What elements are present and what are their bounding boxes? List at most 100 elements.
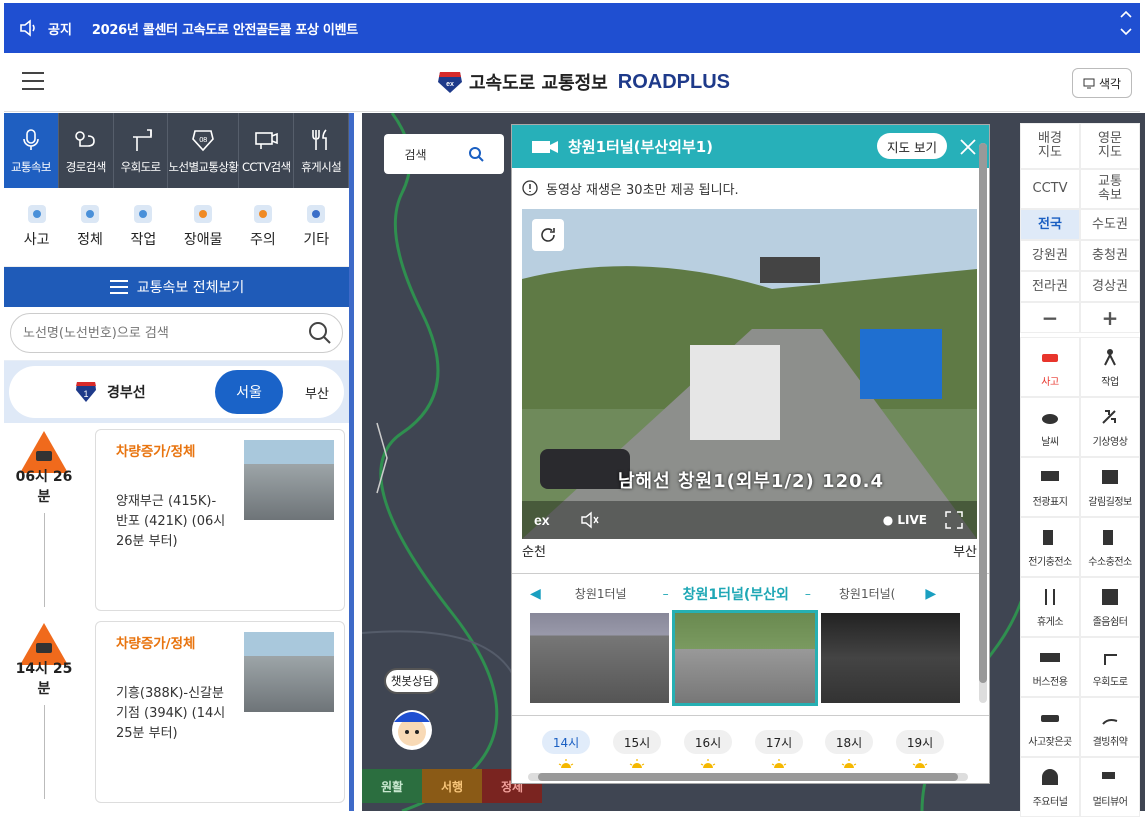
incident-card[interactable]: 차량증가/정체 기흥(388K)-신갈분기점 (394K) (14시 25분 부… [95, 621, 345, 803]
incident-card[interactable]: 차량증가/정체 양재부근 (415K)-반포 (421K) (06시 26분 부… [95, 429, 345, 611]
chevron-up-icon[interactable] [1120, 9, 1132, 19]
cctv-video[interactable]: 남해선 창원1(외부1/2) 120.4 ex ● LIVE [522, 209, 977, 539]
all-traffic-news-button[interactable]: 교통속보 전체보기 [4, 267, 349, 307]
prev-camera-name[interactable]: 창원1터널 [575, 585, 627, 602]
camera-thumbnail-prev[interactable] [530, 613, 670, 703]
map-layer-vms[interactable]: 전광표지 [1020, 457, 1080, 517]
notice-text[interactable]: 2026년 콜센터 고속도로 안전골든콜 포상 이벤트 [92, 19, 358, 38]
map-layer-icing[interactable]: 결빙취약 [1080, 697, 1140, 757]
tab-cctv[interactable]: CCTV검색 [239, 113, 295, 188]
incident-title: 차량증가/정체 [116, 636, 196, 652]
region-chungcheong[interactable]: 충청권 [1080, 240, 1140, 271]
map-view-button[interactable]: 지도 보기 [877, 133, 947, 159]
region-capital[interactable]: 수도권 [1080, 209, 1140, 240]
cctv-camera-icon [1102, 771, 1115, 779]
refresh-button[interactable] [532, 219, 564, 251]
congestion-icon [81, 205, 99, 223]
logo[interactable]: ex 고속도로 교통정보 ROADPLUS [437, 69, 730, 95]
tab-traffic-news[interactable]: 교통속보 [4, 113, 59, 188]
crash-car-icon [1041, 714, 1059, 722]
scrollbar-thumb[interactable] [538, 773, 958, 781]
map-layer-accident[interactable]: 사고 [1020, 337, 1080, 397]
mute-icon[interactable] [580, 511, 600, 529]
map-layer-rest-area[interactable]: 휴게소 [1020, 577, 1080, 637]
map-search-bar[interactable]: 검색 [384, 134, 504, 174]
filter-work[interactable]: 작업 [130, 205, 156, 249]
incident-cctv-thumbnail[interactable] [244, 440, 334, 520]
map-layer-weather-video[interactable]: 기상영상 [1080, 397, 1140, 457]
camera-thumbnail-next[interactable] [820, 613, 960, 703]
popup-header: 창원1터널(부산외부1) 지도 보기 [512, 125, 989, 168]
map-layer-detour[interactable]: 우회도로 [1080, 637, 1140, 697]
list-item[interactable]: 06시 26 분 차량증가/정체 양재부근 (415K)-반포 (421K) (… [4, 423, 349, 611]
map-layer-label: 멀티뷰어 [1092, 796, 1128, 808]
weather-hour[interactable]: 18시 [825, 730, 873, 754]
layer-traffic-news[interactable]: 교통 속보 [1080, 169, 1140, 209]
route-search-area [4, 307, 349, 361]
region-nationwide[interactable]: 전국 [1020, 209, 1080, 240]
map-layer-hydrogen[interactable]: 수소충전소 [1080, 517, 1140, 577]
close-icon[interactable] [959, 138, 977, 156]
region-gangwon[interactable]: 강원권 [1020, 240, 1080, 271]
region-gyeongsang[interactable]: 경상권 [1080, 271, 1140, 302]
scrollbar-thumb[interactable] [979, 143, 987, 683]
tab-rest-area[interactable]: 휴게시설 [294, 113, 349, 188]
next-camera-name[interactable]: 창원1터널( [839, 585, 895, 602]
svg-text:08: 08 [200, 136, 208, 144]
fullscreen-icon[interactable] [945, 511, 963, 529]
layer-cctv[interactable]: CCTV [1020, 169, 1080, 209]
tab-detour[interactable]: 우회도로 [114, 113, 169, 188]
camera-thumbnail-current[interactable] [672, 610, 818, 706]
map-layer-label: 사고잦은곳 [1028, 736, 1072, 748]
incident-cctv-thumbnail[interactable] [244, 632, 334, 712]
layer-base-map[interactable]: 배경 지도 [1020, 123, 1080, 169]
weather-hour[interactable]: 17시 [755, 730, 803, 754]
prev-camera-icon[interactable]: ◀ [530, 586, 541, 602]
next-camera-icon[interactable]: ▶ [925, 586, 936, 602]
menu-button[interactable] [22, 72, 44, 90]
incident-description: 양재부근 (415K)-반포 (421K) (06시 26분 부터) [116, 494, 226, 549]
route-search-input[interactable] [23, 325, 283, 341]
tab-route-search[interactable]: 경로검색 [59, 113, 114, 188]
weather-hour[interactable]: 14시 [542, 730, 590, 754]
chatbot-mascot[interactable] [384, 700, 440, 770]
filter-caution[interactable]: 주의 [250, 205, 276, 249]
sidebar: 교통속보 경로검색 우회도로 08 노선별교통상황 CCTV검색 휴게시설 사고… [4, 113, 354, 811]
horizontal-scrollbar[interactable] [528, 773, 968, 781]
map-layer-ev-charger[interactable]: 전기충전소 [1020, 517, 1080, 577]
direction-seoul-button[interactable]: 서울 [215, 370, 283, 414]
sun-icon [558, 759, 574, 768]
map-layer-work[interactable]: 작업 [1080, 337, 1140, 397]
list-item[interactable]: 14시 25 분 차량증가/정체 기흥(388K)-신갈분기점 (394K) (… [4, 615, 349, 803]
chatbot-button[interactable]: 챗봇상담 [384, 668, 440, 694]
map-layer-accident-prone[interactable]: 사고잦은곳 [1020, 697, 1080, 757]
map-layer-drowsy-shelter[interactable]: 졸음쉼터 [1080, 577, 1140, 637]
map-layer-junction[interactable]: 갈림길정보 [1080, 457, 1140, 517]
map-layer-multiviewer[interactable]: 멀티뷰어 [1080, 757, 1140, 817]
zoom-out-button[interactable]: − [1020, 302, 1080, 333]
direction-right: 부산 [953, 545, 977, 560]
color-vision-button[interactable]: 색각 [1072, 68, 1132, 98]
search-icon[interactable] [468, 146, 484, 162]
vertical-scrollbar[interactable] [979, 143, 987, 703]
layer-english-map[interactable]: 영문 지도 [1080, 123, 1140, 169]
weather-hour[interactable]: 19시 [896, 730, 944, 754]
notice-bar[interactable]: 공지 2026년 콜센터 고속도로 안전골든콜 포상 이벤트 [4, 3, 1140, 53]
svg-text:ex: ex [446, 81, 454, 88]
filter-accident[interactable]: 사고 [24, 205, 50, 249]
region-jeolla[interactable]: 전라권 [1020, 271, 1080, 302]
tab-route-status[interactable]: 08 노선별교통상황 [168, 113, 240, 188]
search-icon[interactable] [308, 321, 332, 345]
map-layer-weather[interactable]: 날씨 [1020, 397, 1080, 457]
chevron-down-icon[interactable] [1120, 27, 1132, 37]
zoom-in-button[interactable]: + [1080, 302, 1140, 333]
weather-hour[interactable]: 16시 [684, 730, 732, 754]
expressway-shield-icon: 1 [76, 382, 96, 402]
filter-obstacle[interactable]: 장애물 [184, 205, 222, 249]
map-layer-bus-lane[interactable]: 버스전용 [1020, 637, 1080, 697]
weather-hour[interactable]: 15시 [613, 730, 661, 754]
map-layer-tunnel[interactable]: 주요터널 [1020, 757, 1080, 817]
direction-busan-button[interactable]: 부산 [295, 370, 339, 414]
filter-etc[interactable]: 기타 [303, 205, 329, 249]
filter-congestion[interactable]: 정체 [77, 205, 103, 249]
